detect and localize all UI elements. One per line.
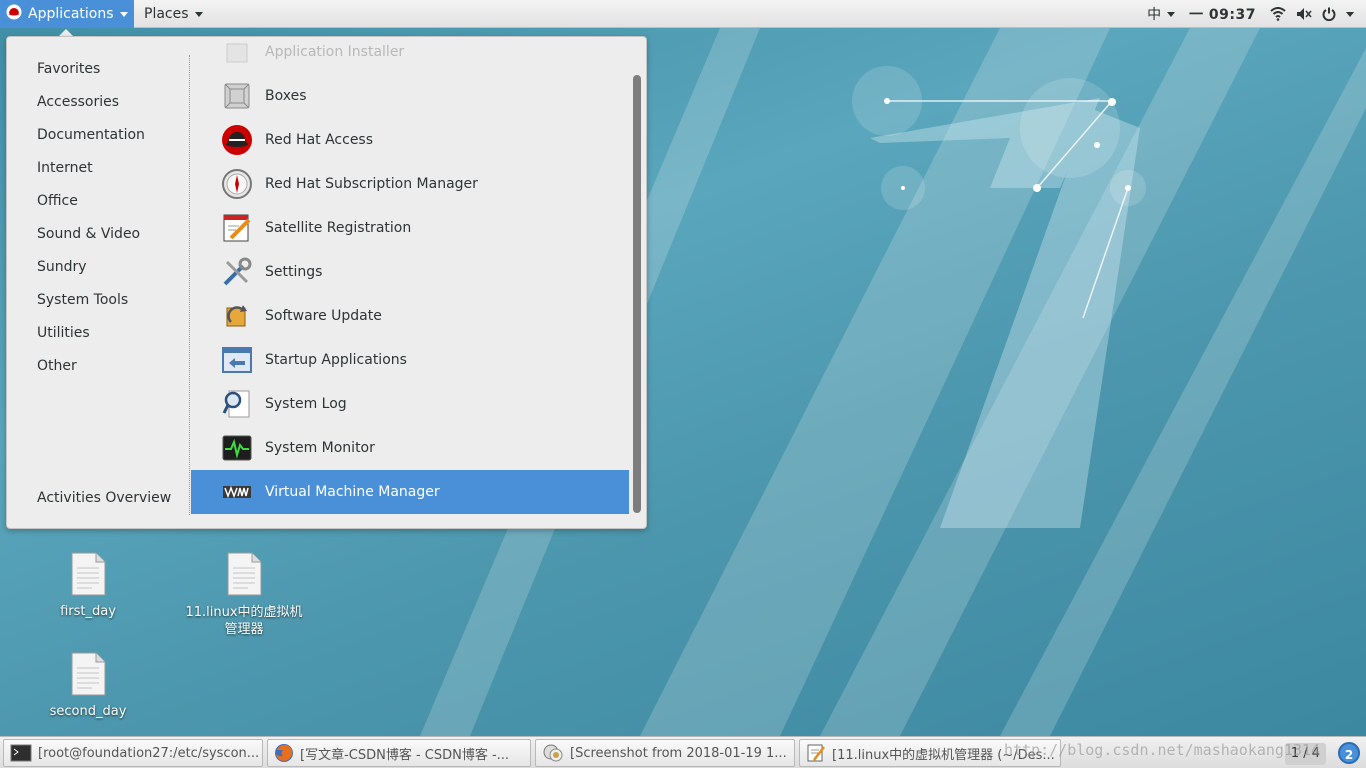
- app-label: Boxes: [265, 88, 307, 104]
- task-label: [root@foundation27:/etc/syscon...: [38, 745, 260, 761]
- activities-overview-item[interactable]: Activities Overview: [37, 486, 171, 510]
- places-menu-button[interactable]: Places: [136, 0, 208, 28]
- vm-icon: [221, 476, 253, 508]
- app-item-red-hat-subscription-manager[interactable]: Red Hat Subscription Manager: [191, 162, 629, 206]
- app-label: System Monitor: [265, 440, 375, 456]
- power-icon: [1322, 7, 1336, 21]
- category-list: Favorites Accessories Documentation Inte…: [7, 37, 187, 528]
- app-label: Red Hat Access: [265, 132, 374, 148]
- redhat-logo-icon: [6, 4, 22, 24]
- category-accessories[interactable]: Accessories: [37, 90, 119, 114]
- app-item-startup-applications[interactable]: Startup Applications: [191, 338, 629, 382]
- category-documentation[interactable]: Documentation: [37, 123, 145, 147]
- chevron-down-icon: [1346, 11, 1354, 17]
- top-bar: Applications Places 中 一 09:37: [0, 0, 1366, 28]
- desktop-file-label: 11.linux中的虚拟机管理器: [185, 605, 303, 637]
- desktop-file-11-linux[interactable]: 11.linux中的虚拟机管理器: [174, 552, 314, 638]
- app-item-virtual-machine-manager[interactable]: Virtual Machine Manager: [191, 470, 629, 514]
- volume-muted-icon: [1297, 8, 1312, 20]
- app-label: Software Update: [265, 308, 382, 324]
- input-method-label: 中: [1147, 7, 1162, 23]
- app-label: Application Installer: [265, 44, 405, 60]
- applications-menu: Favorites Accessories Documentation Inte…: [6, 36, 647, 529]
- update-icon: [221, 300, 253, 332]
- log-icon: [221, 388, 253, 420]
- input-method-button[interactable]: 中: [1147, 4, 1176, 24]
- watermark-text: http://blog.csdn.net/mashaokang1314: [1004, 741, 1321, 759]
- tools-icon: [221, 256, 253, 288]
- applications-menu-button[interactable]: Applications: [0, 0, 134, 28]
- system-tray: 中 一 09:37: [1147, 0, 1366, 28]
- text-editor-icon: [807, 744, 825, 762]
- menu-scrollbar-thumb[interactable]: [633, 75, 641, 513]
- chevron-down-icon: [1167, 11, 1176, 17]
- redhat-icon: [221, 124, 253, 156]
- text-file-icon: [227, 552, 262, 596]
- chevron-down-icon: [119, 11, 128, 17]
- system-status-button[interactable]: [1270, 7, 1354, 21]
- startup-icon: [221, 344, 253, 376]
- app-item-satellite-registration[interactable]: Satellite Registration: [191, 206, 629, 250]
- app-label: Red Hat Subscription Manager: [265, 176, 478, 192]
- desktop-file-label: first_day: [60, 604, 116, 619]
- monitor-icon: [221, 432, 253, 464]
- app-label: Startup Applications: [265, 352, 407, 368]
- category-sound-video[interactable]: Sound & Video: [37, 222, 140, 246]
- places-label: Places: [144, 6, 189, 22]
- menu-separator: [189, 55, 190, 515]
- category-sundry[interactable]: Sundry: [37, 255, 87, 279]
- pencil-note-icon: [221, 212, 253, 244]
- app-item-application-installer[interactable]: Application Installer: [191, 37, 629, 74]
- task-label: [写文章-CSDN博客 - CSDN博客 -...: [300, 747, 510, 763]
- package-icon: [221, 37, 253, 68]
- app-item-settings[interactable]: Settings: [191, 250, 629, 294]
- firefox-icon: [275, 744, 293, 762]
- text-file-icon: [71, 552, 106, 596]
- task-label: [Screenshot from 2018-01-19 1...: [570, 745, 787, 761]
- desktop-file-label: second_day: [49, 704, 127, 719]
- category-internet[interactable]: Internet: [37, 156, 93, 180]
- app-label: Satellite Registration: [265, 220, 412, 236]
- desktop-file-first-day[interactable]: first_day: [18, 552, 158, 619]
- notification-badge[interactable]: 2: [1338, 742, 1360, 764]
- app-label: System Log: [265, 396, 347, 412]
- category-other[interactable]: Other: [37, 354, 77, 378]
- image-viewer-icon: [543, 744, 563, 762]
- task-screenshot-viewer[interactable]: [Screenshot from 2018-01-19 1...: [535, 739, 795, 767]
- chevron-down-icon: [194, 11, 203, 17]
- app-item-red-hat-access[interactable]: Red Hat Access: [191, 118, 629, 162]
- category-office[interactable]: Office: [37, 189, 78, 213]
- desktop-file-second-day[interactable]: second_day: [18, 652, 158, 719]
- app-label: Virtual Machine Manager: [265, 484, 440, 500]
- category-utilities[interactable]: Utilities: [37, 321, 90, 345]
- app-item-system-log[interactable]: System Log: [191, 382, 629, 426]
- category-favorites[interactable]: Favorites: [37, 57, 100, 81]
- text-file-icon: [71, 652, 106, 696]
- task-terminal[interactable]: [root@foundation27:/etc/syscon...: [3, 739, 263, 767]
- category-system-tools[interactable]: System Tools: [37, 288, 128, 312]
- applications-label: Applications: [28, 6, 114, 22]
- terminal-icon: [10, 744, 32, 762]
- wifi-icon: [1270, 7, 1286, 21]
- application-list: Application Installer Boxes Red Hat Acce…: [191, 37, 631, 528]
- app-item-boxes[interactable]: Boxes: [191, 74, 629, 118]
- task-firefox[interactable]: [写文章-CSDN博客 - CSDN博客 -...: [267, 739, 531, 767]
- clock[interactable]: 一 09:37: [1189, 4, 1256, 24]
- app-item-system-monitor[interactable]: System Monitor: [191, 426, 629, 470]
- boxes-icon: [221, 80, 253, 112]
- compass-icon: [221, 168, 253, 200]
- app-label: Settings: [265, 264, 323, 280]
- app-item-software-update[interactable]: Software Update: [191, 294, 629, 338]
